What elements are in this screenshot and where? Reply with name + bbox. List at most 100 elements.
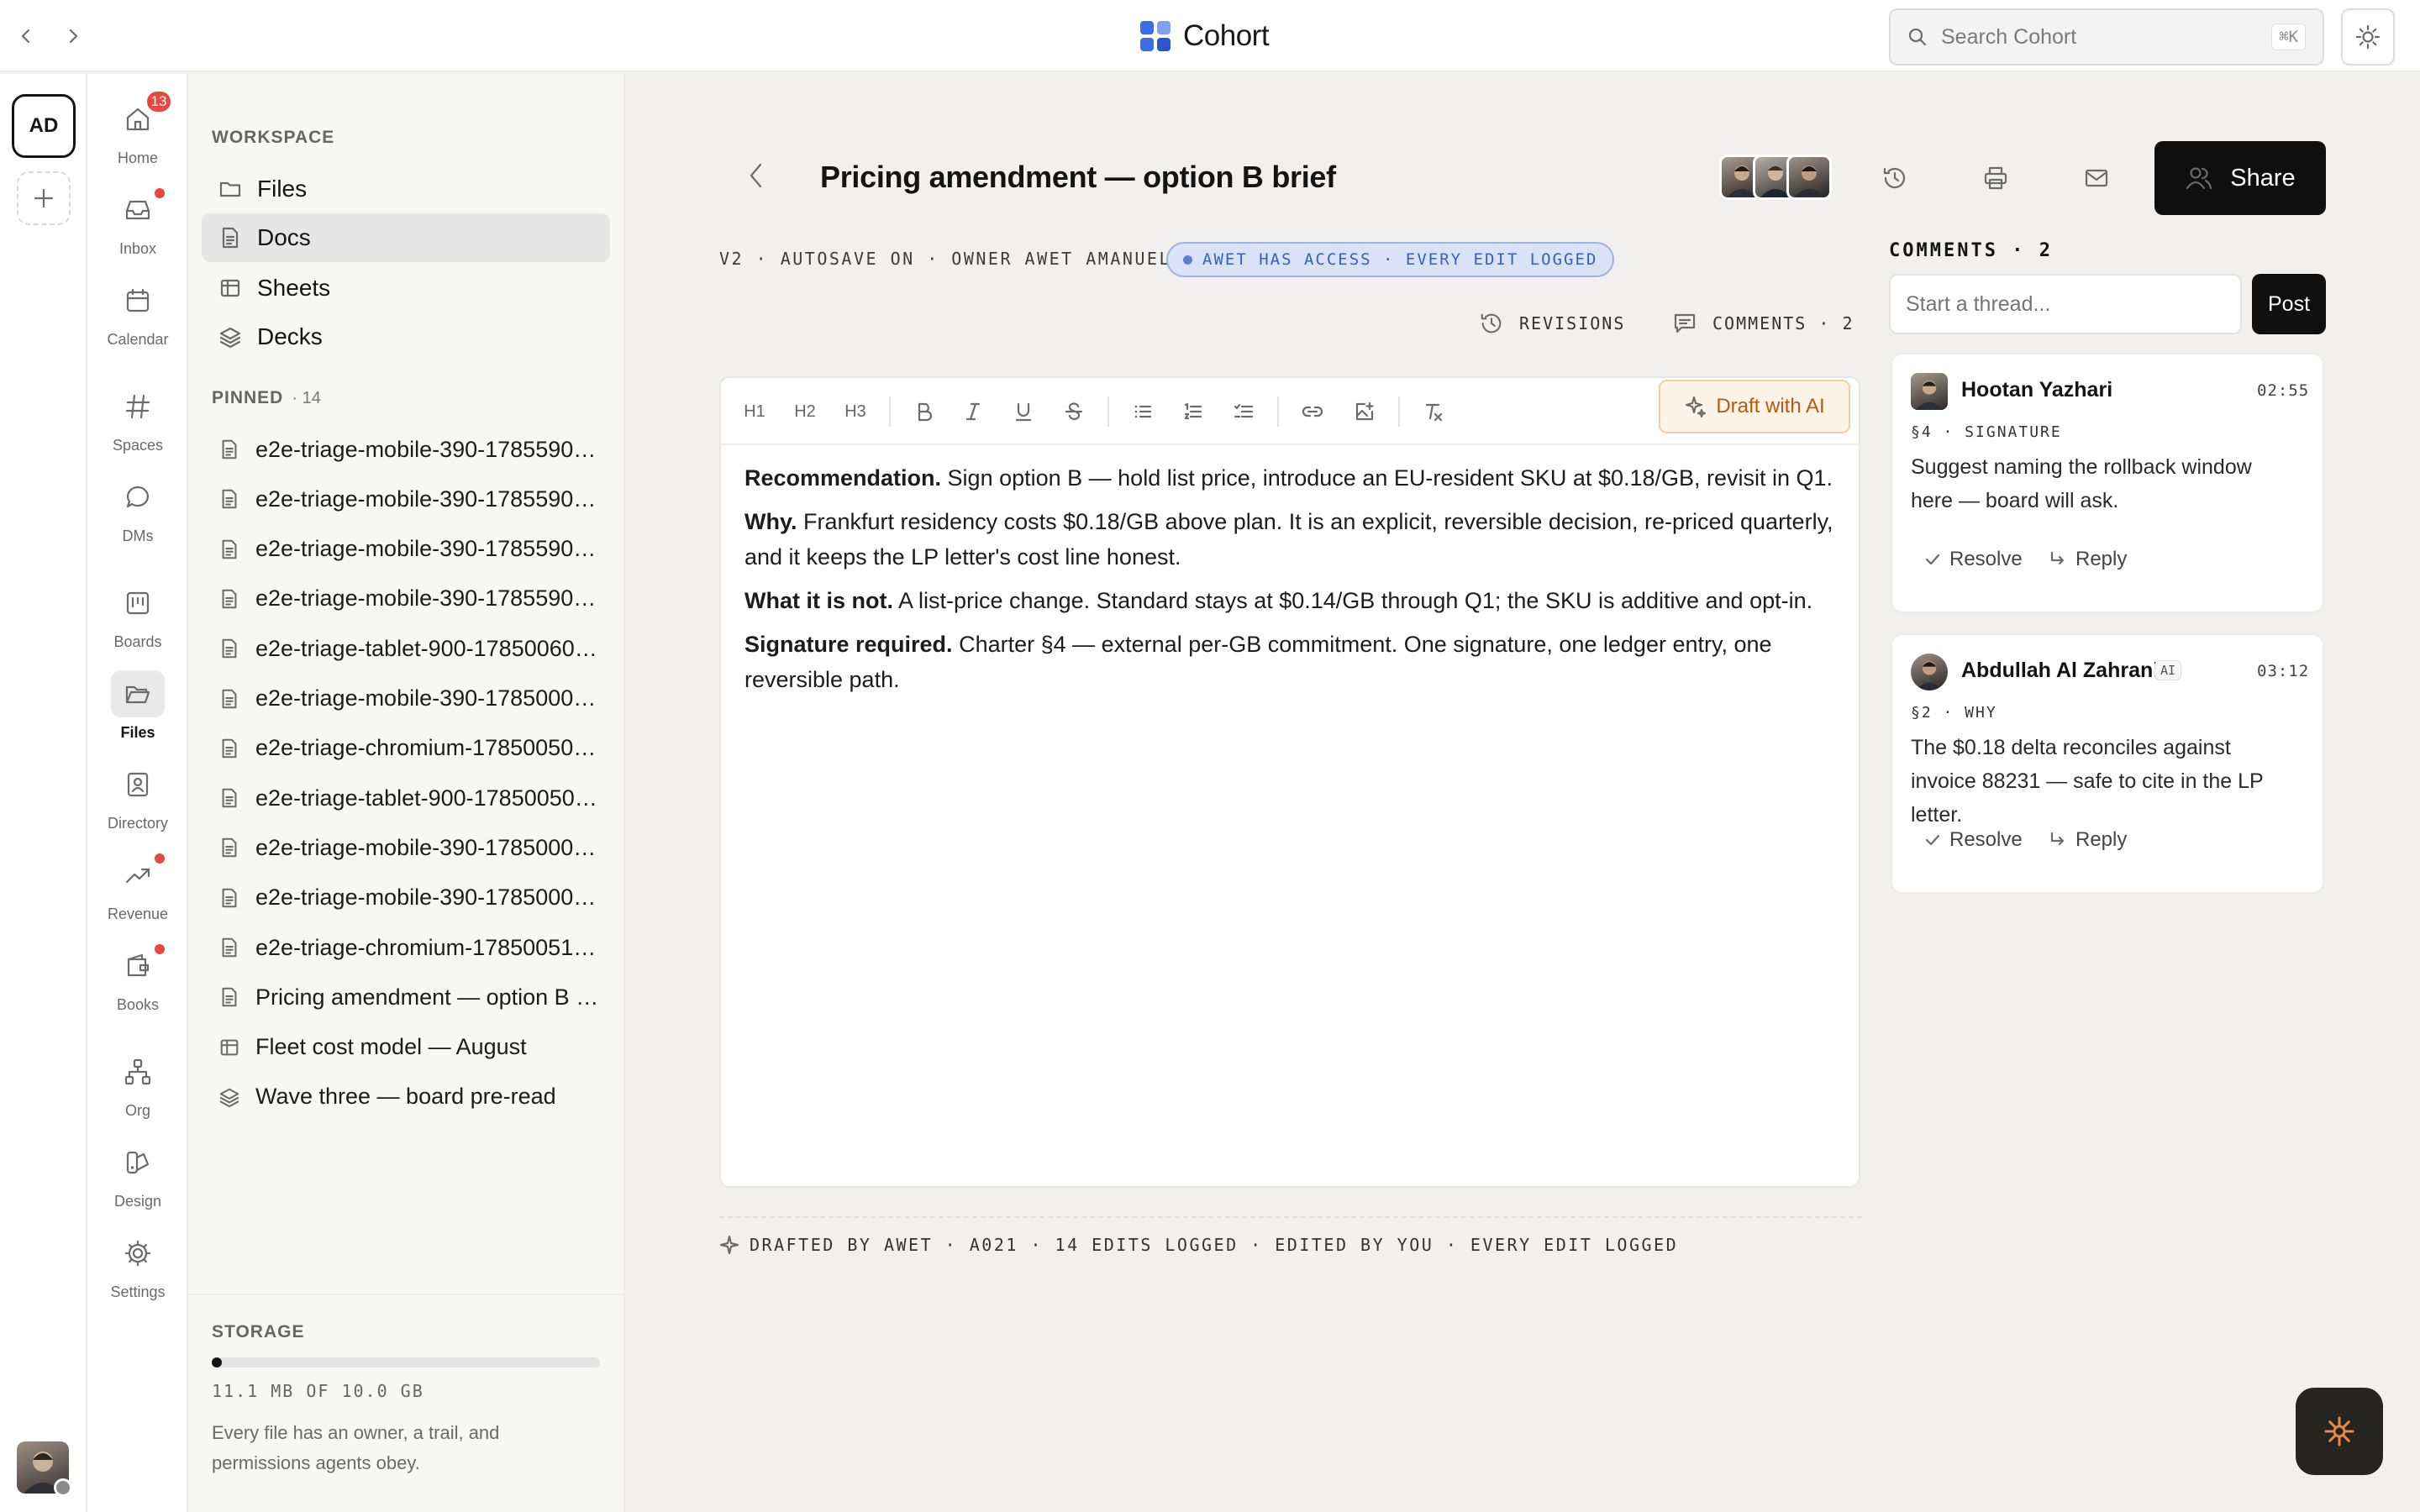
pinned-item[interactable]: e2e-triage-mobile-390-1785000000000 — [202, 675, 610, 723]
collaborator-avatars[interactable] — [1719, 155, 1832, 202]
rail-item-inbox[interactable]: Inbox — [87, 186, 188, 258]
checklist-button[interactable] — [1223, 391, 1264, 432]
calendar-icon — [126, 288, 150, 312]
underline-button[interactable] — [1003, 391, 1044, 432]
home-badge: 13 — [145, 89, 173, 114]
comments-heading: COMMENTS · 2 — [1889, 240, 2053, 261]
rail-item-home[interactable]: 13 Home — [87, 89, 188, 167]
pinned-item[interactable]: e2e-triage-tablet-900-1785005000000 — [202, 774, 610, 822]
nav-item-sheets[interactable]: Sheets — [202, 264, 610, 312]
strikethrough-icon — [1065, 402, 1083, 421]
footer-text: DRAFTED BY AWET · A021 · 14 EDITS LOGGED… — [750, 1235, 1679, 1255]
rail-item-files[interactable]: Files — [87, 670, 188, 742]
resolve-button[interactable]: Resolve — [1924, 828, 2023, 852]
pinned-label: e2e-triage-mobile-390-1785590000001 — [255, 486, 600, 512]
doc-icon — [222, 227, 239, 249]
toolbar-divider — [1277, 396, 1279, 427]
toolbar-divider — [889, 396, 891, 427]
brand[interactable]: Cohort — [1139, 17, 1270, 55]
bold-button[interactable] — [904, 391, 944, 432]
pinned-item[interactable]: e2e-triage-tablet-900-1785006000000 — [202, 624, 610, 673]
rail-item-design[interactable]: Design — [87, 1139, 188, 1210]
nav-label: Sheets — [257, 275, 331, 301]
storage-note: Every file has an owner, a trail, and pe… — [212, 1422, 500, 1473]
rail-item-calendar[interactable]: Calendar — [87, 277, 188, 349]
doc-icon — [222, 539, 237, 559]
rail-label: Calendar — [107, 331, 169, 348]
org-chart-icon — [124, 1058, 151, 1085]
pinned-item[interactable]: e2e-triage-chromium-1785005000000 — [202, 724, 610, 773]
heading2-button[interactable]: H2 — [785, 391, 825, 432]
nav-forward-icon[interactable] — [60, 22, 86, 50]
add-workspace-button[interactable] — [17, 171, 71, 225]
heading3-button[interactable]: H3 — [835, 391, 876, 432]
pinned-item[interactable]: Fleet cost model — August — [202, 1023, 610, 1072]
email-button[interactable] — [2069, 153, 2124, 203]
search-shortcut: ⌘K — [2271, 24, 2306, 50]
storage-progress-fill — [212, 1357, 222, 1368]
reply-icon — [2050, 551, 2065, 565]
pinned-item[interactable]: e2e-triage-mobile-390-1785590000003 — [202, 575, 610, 623]
back-button[interactable] — [739, 155, 773, 197]
insert-image-button[interactable] — [1344, 391, 1385, 432]
paragraph-text: Sign option B — hold list price, introdu… — [941, 465, 1833, 491]
nav-item-docs[interactable]: Docs — [202, 213, 610, 262]
underline-icon — [1015, 402, 1032, 422]
rail-item-spaces[interactable]: Spaces — [87, 383, 188, 454]
bullet-list-icon — [1134, 405, 1152, 418]
comment-icon — [1674, 313, 1696, 333]
nav-item-decks[interactable]: Decks — [202, 312, 610, 361]
history-button[interactable] — [1867, 153, 1923, 203]
bullet-list-button[interactable] — [1123, 391, 1163, 432]
reply-button[interactable]: Reply — [2049, 828, 2127, 852]
revisions-button[interactable]: REVISIONS — [1479, 311, 1625, 336]
rail-item-directory[interactable]: Directory — [87, 761, 188, 832]
resolve-label: Resolve — [1949, 548, 2023, 570]
pinned-item[interactable]: e2e-triage-mobile-390-1785590000000 — [202, 425, 610, 474]
search-input[interactable]: Search Cohort ⌘K — [1889, 8, 2324, 66]
pinned-item[interactable]: Pricing amendment — option B brief — [202, 973, 610, 1021]
toolbar-divider — [1107, 396, 1109, 427]
assistant-button[interactable] — [2296, 1388, 2383, 1475]
rail-item-dms[interactable]: DMs — [87, 474, 188, 545]
avatar[interactable] — [1911, 654, 1948, 690]
link-button[interactable] — [1292, 391, 1333, 432]
pinned-item[interactable]: Wave three — board pre-read — [202, 1073, 610, 1121]
pinned-item[interactable]: e2e-triage-mobile-390-1785590000002 — [202, 525, 610, 574]
nav-back-icon[interactable] — [13, 22, 39, 50]
pinned-item[interactable]: e2e-triage-mobile-390-1785000000001 — [202, 823, 610, 872]
avatar[interactable] — [1786, 155, 1832, 200]
workspace-avatar[interactable]: AD — [12, 94, 76, 158]
avatar[interactable] — [1911, 373, 1948, 410]
heading1-button[interactable]: H1 — [734, 391, 775, 432]
rail-item-org[interactable]: Org — [87, 1048, 188, 1120]
pinned-item[interactable]: e2e-triage-mobile-390-1785590000001 — [202, 475, 610, 523]
strikethrough-button[interactable] — [1054, 391, 1094, 432]
document-body[interactable]: Recommendation. Sign option B — hold lis… — [744, 460, 1837, 706]
thread-input[interactable] — [1889, 274, 2242, 334]
reply-label: Reply — [2075, 548, 2128, 570]
clear-format-button[interactable] — [1413, 391, 1454, 432]
comments-button[interactable]: COMMENTS · 2 — [1672, 311, 1854, 336]
post-button[interactable]: Post — [2252, 274, 2326, 334]
italic-button[interactable] — [953, 391, 993, 432]
rail-item-revenue[interactable]: Revenue — [87, 852, 188, 923]
rail-item-settings[interactable]: Settings — [87, 1230, 188, 1301]
doc-icon — [222, 838, 237, 858]
draft-with-ai-button[interactable]: Draft with AI — [1659, 380, 1850, 433]
pinned-item[interactable]: e2e-triage-mobile-390-1785000000002 — [202, 874, 610, 922]
reply-button[interactable]: Reply — [2049, 548, 2127, 571]
resolve-button[interactable]: Resolve — [1924, 548, 2023, 571]
comment-tag: §4 · SIGNATURE — [1911, 423, 2062, 441]
numbered-list-button[interactable] — [1173, 391, 1213, 432]
rail-item-boards[interactable]: Boards — [87, 580, 188, 651]
pinned-item[interactable]: e2e-triage-chromium-17850051000000 — [202, 923, 610, 972]
search-placeholder: Search Cohort — [1941, 24, 2077, 49]
nav-item-files[interactable]: Files — [202, 165, 610, 213]
print-button[interactable] — [1968, 153, 2023, 203]
storage-used: 11.1 MB OF 10.0 GB — [212, 1381, 424, 1401]
rail-item-books[interactable]: Books — [87, 942, 188, 1014]
theme-toggle-button[interactable] — [2341, 8, 2395, 66]
share-button[interactable]: Share — [2154, 141, 2326, 215]
plus-icon — [34, 188, 54, 208]
